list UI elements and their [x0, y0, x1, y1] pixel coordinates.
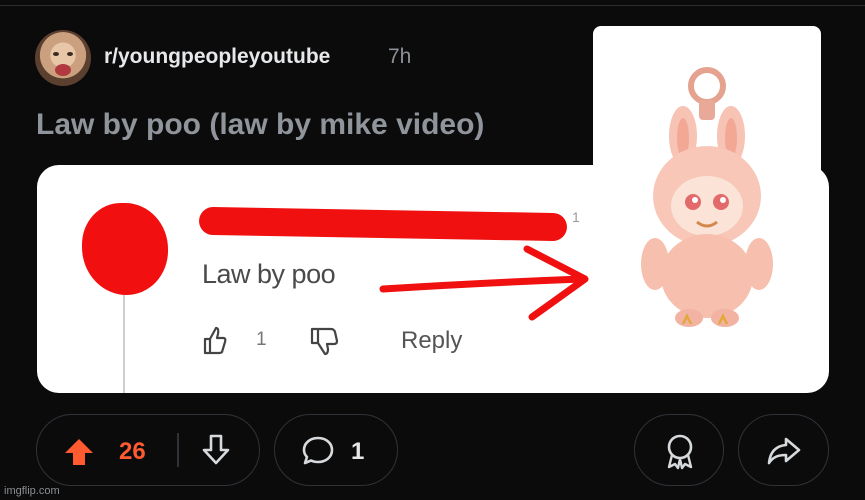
- vote-score: 26: [119, 438, 146, 465]
- award-icon: [667, 434, 693, 470]
- downvote-icon[interactable]: [200, 433, 232, 467]
- comment-bubble-icon: [302, 436, 334, 465]
- comment-text: Law by poo: [202, 259, 336, 289]
- comment-avatar-scribble: [82, 203, 168, 295]
- top-divider: [0, 5, 865, 6]
- vote-divider: [177, 433, 179, 467]
- comment-timestamp: 1: [572, 209, 580, 225]
- thumbs-up-icon: [203, 326, 227, 355]
- upvote-icon[interactable]: [63, 437, 95, 467]
- comments-button[interactable]: 1: [274, 414, 398, 486]
- post-title[interactable]: Law by poo (law by mike video): [36, 108, 484, 142]
- vote-bar: 26: [36, 414, 260, 486]
- post-age: 7h: [388, 45, 412, 68]
- share-button[interactable]: [738, 414, 829, 486]
- award-button[interactable]: [634, 414, 724, 486]
- thread-line: [123, 295, 125, 393]
- share-icon: [767, 437, 801, 465]
- subreddit-name[interactable]: r/youngpeopleyoutube: [104, 45, 330, 69]
- like-count: 1: [256, 329, 267, 350]
- reply-label: Reply: [401, 327, 463, 354]
- imgflip-watermark: imgflip.com: [4, 485, 60, 497]
- thumbs-down-icon: [310, 327, 339, 356]
- red-arrow-icon: [379, 245, 589, 321]
- comment-count: 1: [351, 438, 365, 465]
- subreddit-avatar[interactable]: [35, 30, 91, 86]
- plush-keychain-image: [593, 26, 821, 356]
